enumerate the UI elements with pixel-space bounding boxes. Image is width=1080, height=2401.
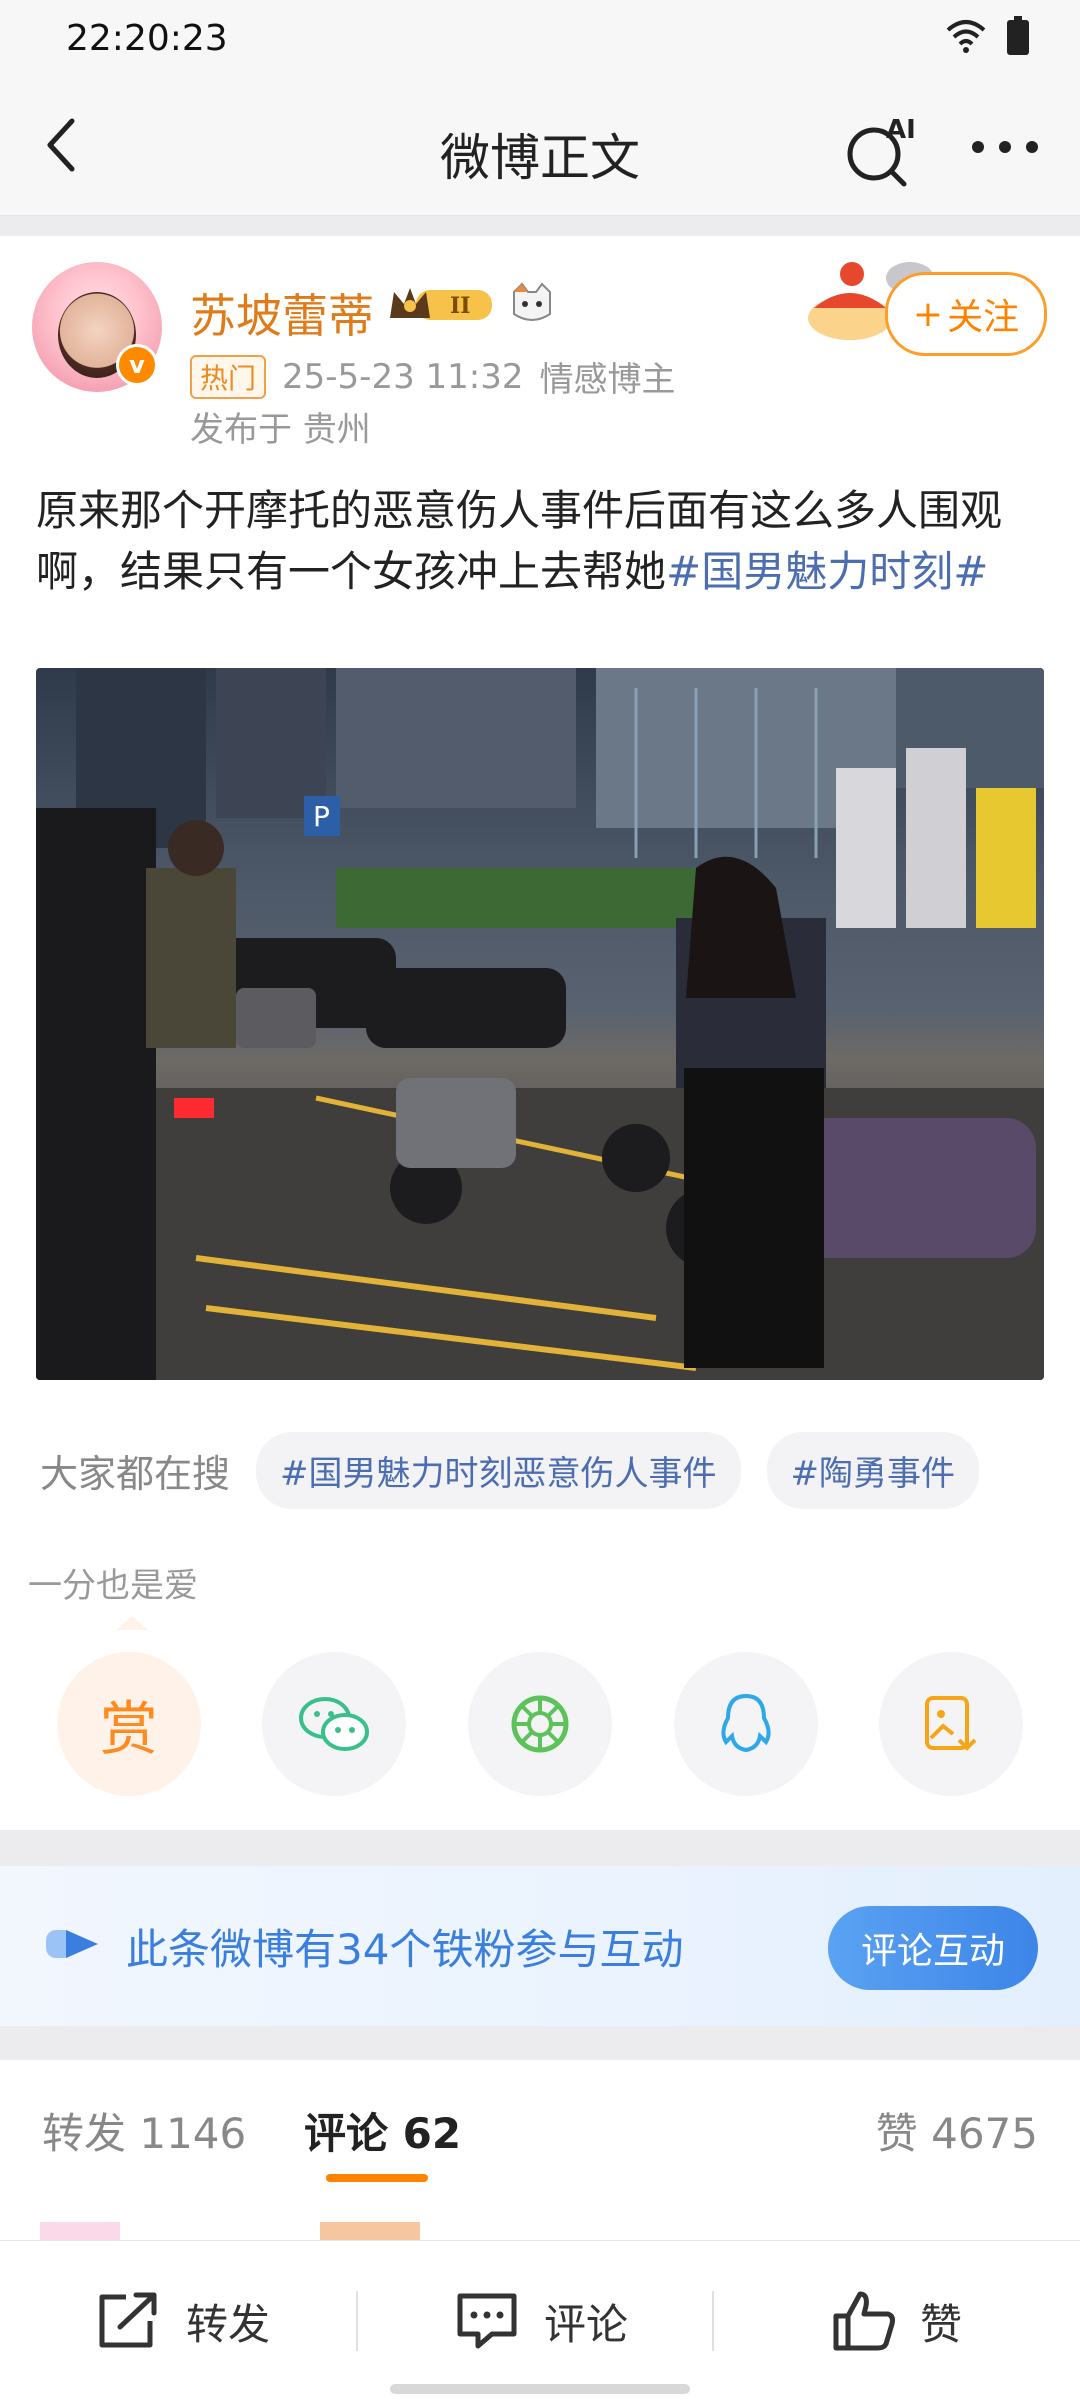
post-text: 原来那个开摩托的恶意伤人事件后面有这么多人围观啊，结果只有一个女孩冲上去帮她#国… [36,480,1046,602]
save-image-icon [925,1696,977,1751]
like-label: 赞 [920,2299,963,2349]
author-tag: 情感博主 [539,360,676,400]
trending-chip-2[interactable]: #陶勇事件 [766,1432,980,1509]
svg-text:P: P [313,800,330,833]
repost-label: 转发 [186,2299,271,2349]
divider [356,2291,358,2351]
reward-hint: 一分也是爱 [28,1566,198,1606]
wifi-icon [946,20,986,53]
reward-label: 赏 [99,1695,158,1763]
ai-search-icon[interactable]: AI [840,110,926,190]
nav-bar: 微博正文 AI [0,80,1080,216]
save-image-button[interactable] [879,1652,1024,1796]
fans-interaction-banner: 此条微博有34个铁粉参与互动 评论互动 [0,1866,1080,2026]
divider [712,2291,714,2351]
wechat-share-button[interactable] [262,1652,407,1796]
tab-comment[interactable]: 评论 62 [304,2100,461,2161]
bottom-action-bar: 转发 评论 赞 [0,2240,1080,2401]
wechat-icon [299,1697,370,1751]
post-image-scene: P [36,668,1044,1380]
tab-repost[interactable]: 转发 1146 [42,2100,246,2161]
moments-share-button[interactable] [467,1652,612,1796]
reward-hint-caret [116,1616,148,1630]
moments-icon [511,1695,569,1753]
interaction-tabs: 转发 1146 评论 62 赞 4675 [0,2060,1080,2240]
like-button[interactable]: 赞 [832,2241,962,2401]
comment-button[interactable]: 评论 [454,2241,628,2401]
comment-icon [457,2293,517,2349]
comment-list-peek [40,2222,1040,2240]
tab-like[interactable]: 赞 4675 [876,2100,1038,2161]
follow-label: 关注 [947,297,1020,338]
comment-label: 评论 [544,2299,629,2349]
status-icons [944,16,1030,56]
post-image[interactable]: P [36,668,1044,1380]
plus-icon: + [912,293,944,335]
post-card: v 苏坡蕾蒂 II 热门 25-5-23 11:32 情感博主 发布于 贵州 +… [0,236,1080,1830]
post-hashtag[interactable]: #国男魅力时刻# [666,547,988,596]
fans-banner-text: 此条微博有34个铁粉参与互动 [126,1925,684,1974]
trending-search-label: 大家都在搜 [40,1452,231,1496]
reward-button[interactable]: 赏 [56,1652,201,1796]
follow-button[interactable]: + 关注 [885,272,1047,356]
fans-play-icon [46,1930,98,1958]
comment-interact-button[interactable]: 评论互动 [828,1906,1038,1990]
battery-icon [1007,16,1029,55]
trending-search-row: 大家都在搜 #国男魅力时刻恶意伤人事件 #陶勇事件 [40,1432,980,1509]
home-indicator [390,2384,690,2394]
cat-badge-icon [513,282,551,321]
status-time: 22:20:23 [66,18,228,59]
more-options-icon[interactable] [970,132,1040,162]
trending-chip-1[interactable]: #国男魅力时刻恶意伤人事件 [256,1432,741,1509]
post-location: 发布于 贵州 [190,410,371,450]
svg-text:II: II [450,293,471,319]
post-time: 25-5-23 11:32 [282,356,524,397]
qq-share-button[interactable] [673,1652,818,1796]
tab-active-indicator [326,2174,428,2182]
author-name[interactable]: 苏坡蕾蒂 [190,280,374,346]
avatar[interactable]: v [32,262,162,392]
repost-button[interactable]: 转发 [96,2241,270,2401]
post-meta: 热门 25-5-23 11:32 情感博主 [190,352,676,401]
hot-badge: 热门 [190,354,267,399]
repost-icon [99,2292,157,2348]
status-bar: 22:20:23 [0,0,1080,80]
member-crown-icon[interactable]: II [386,282,496,326]
thumbs-up-icon [833,2291,895,2351]
ai-label: AI [886,115,916,145]
share-row: 赏 [0,1652,1080,1796]
qq-icon [721,1693,771,1753]
verified-badge-icon: v [116,344,158,386]
